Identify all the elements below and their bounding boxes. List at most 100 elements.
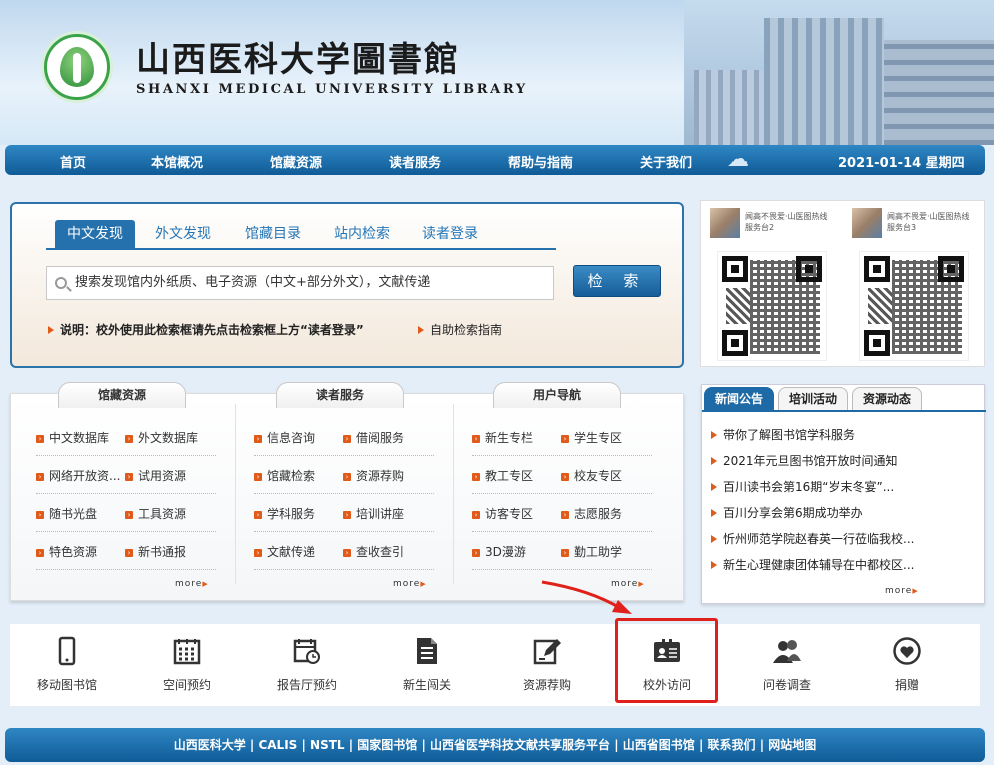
news-item[interactable]: 带你了解图书馆学科服务 (711, 426, 929, 443)
link-borrowing[interactable]: › 借阅服务 (343, 429, 404, 446)
news-item[interactable]: 新生心理健康团体辅导在中都校区... (711, 556, 929, 573)
arrow-icon: › (561, 549, 569, 557)
tab-chinese-discovery[interactable]: 中文发现 (55, 220, 135, 248)
footer-links[interactable]: 山西医科大学 | CALIS | NSTL | 国家图书馆 | 山西省医学科技文… (5, 728, 985, 762)
link-visitor-zone[interactable]: › 访客专区 (472, 505, 533, 522)
quick-label[interactable]: 捐赠 (857, 676, 957, 693)
arrow-icon: › (472, 511, 480, 519)
news-item[interactable]: 百川读书会第16期“岁末冬宴”... (711, 478, 929, 495)
more-services-link[interactable]: more (393, 579, 427, 589)
link-new-books[interactable]: › 新书通报 (125, 543, 186, 560)
tab-reader-login[interactable]: 读者登录 (422, 220, 478, 248)
quick-label[interactable]: 新生闯关 (377, 676, 477, 693)
library-title-cn: 山西医科大学圖書館 (136, 40, 460, 80)
guide-heading[interactable]: 用户导航 (493, 382, 621, 408)
quick-donation[interactable]: 捐赠 (857, 624, 957, 706)
link-alumni-zone[interactable]: › 校友专区 (561, 467, 622, 484)
row-divider (36, 569, 216, 570)
tab-training-events[interactable]: 培训活动 (778, 387, 848, 411)
link-tool-resources[interactable]: › 工具资源 (125, 505, 186, 522)
nav-about[interactable]: 本馆概况 (151, 152, 203, 171)
link-info-consult[interactable]: › 信息咨询 (254, 429, 315, 446)
news-item[interactable]: 忻州师范学院赵春英一行莅临我校... (711, 530, 929, 547)
link-document-delivery[interactable]: › 文献传递 (254, 543, 315, 560)
row-divider (254, 493, 434, 494)
link-open-resources[interactable]: › 网络开放资... (36, 467, 120, 484)
more-news-link[interactable]: more (885, 586, 919, 596)
university-logo[interactable] (44, 34, 110, 100)
nav-help[interactable]: 帮助与指南 (508, 152, 573, 171)
link-3d-tour[interactable]: › 3D漫游 (472, 543, 526, 560)
nav-home[interactable]: 首页 (60, 152, 86, 171)
quick-hall-booking[interactable]: 报告厅预约 (257, 624, 357, 706)
cloud-decoration-icon: ☁ (727, 147, 749, 172)
link-volunteer[interactable]: › 志愿服务 (561, 505, 622, 522)
quick-survey[interactable]: 问卷调查 (737, 624, 837, 706)
arrow-icon (48, 326, 54, 334)
arrow-icon: › (125, 435, 133, 443)
qr-block-2: 闻高不畏爱·山医图热线服务台3 (847, 205, 977, 363)
edit-document-icon (532, 636, 562, 666)
search-guide-text[interactable]: 自助检索指南 (430, 323, 502, 337)
column-divider (453, 404, 454, 584)
quick-label[interactable]: 问卷调查 (737, 676, 837, 693)
row-divider (36, 493, 216, 494)
quick-label[interactable]: 移动图书馆 (17, 676, 117, 693)
quick-label[interactable]: 资源荐购 (497, 676, 597, 693)
link-chinese-db[interactable]: › 中文数据库 (36, 429, 109, 446)
quick-label[interactable]: 报告厅预约 (257, 676, 357, 693)
link-trial-resources[interactable]: › 试用资源 (125, 467, 186, 484)
nav-collections[interactable]: 馆藏资源 (270, 152, 322, 171)
link-citation-check[interactable]: › 查收查引 (343, 543, 404, 560)
quick-freshman-quest[interactable]: 新生闯关 (377, 624, 477, 706)
collections-heading[interactable]: 馆藏资源 (58, 382, 186, 408)
link-student-zone[interactable]: › 学生专区 (561, 429, 622, 446)
tab-foreign-discovery[interactable]: 外文发现 (155, 220, 211, 248)
news-item[interactable]: 2021年元旦图书馆开放时间通知 (711, 452, 929, 469)
quick-space-booking[interactable]: 空间预约 (137, 624, 237, 706)
link-foreign-db[interactable]: › 外文数据库 (125, 429, 198, 446)
category-panel: 馆藏资源 读者服务 用户导航 › 中文数据库 › 外文数据库 › 网络开放资... ›… (10, 382, 684, 601)
search-input[interactable]: 搜索发现馆内外纸质、电子资源（中文+部分外文），文献传递 (46, 266, 554, 300)
quick-label[interactable]: 空间预约 (137, 676, 237, 693)
tab-catalog[interactable]: 馆藏目录 (245, 220, 301, 248)
link-freshman[interactable]: › 新生专栏 (472, 429, 533, 446)
building-banner-image (684, 0, 994, 145)
news-panel: 新闻公告 培训活动 资源动态 带你了解图书馆学科服务 2021年元旦图书馆开放时… (701, 384, 986, 604)
quick-mobile-library[interactable]: 移动图书馆 (17, 624, 117, 706)
link-recommend-purchase[interactable]: › 资源荐购 (343, 467, 404, 484)
wechat-thumbnail-image (852, 208, 882, 238)
arrow-icon (711, 431, 717, 439)
arrow-icon (711, 509, 717, 517)
row-divider (472, 455, 652, 456)
link-faculty-zone[interactable]: › 教工专区 (472, 467, 533, 484)
news-item[interactable]: 百川分享会第6期成功举办 (711, 504, 929, 521)
row-divider (36, 531, 216, 532)
link-subject-service[interactable]: › 学科服务 (254, 505, 315, 522)
qr-caption: 闻高不畏爱·山医图热线服务台3 (887, 212, 970, 232)
arrow-icon: › (125, 549, 133, 557)
row-divider (254, 569, 434, 570)
link-special-resources[interactable]: › 特色资源 (36, 543, 97, 560)
document-icon (412, 636, 442, 666)
tab-site-search[interactable]: 站内检索 (334, 220, 390, 248)
link-catalog-search[interactable]: › 馆藏检索 (254, 467, 315, 484)
search-placeholder: 搜索发现馆内外纸质、电子资源（中文+部分外文），文献传递 (75, 275, 431, 290)
tab-resource-updates[interactable]: 资源动态 (852, 387, 922, 411)
nav-contact[interactable]: 关于我们 (640, 152, 692, 171)
arrow-icon: › (125, 511, 133, 519)
nav-services[interactable]: 读者服务 (389, 152, 441, 171)
tab-news[interactable]: 新闻公告 (704, 387, 774, 411)
search-guide-link[interactable]: 自助检索指南 (418, 321, 502, 338)
arrow-icon: › (561, 511, 569, 519)
services-heading[interactable]: 读者服务 (276, 382, 404, 408)
search-button[interactable]: 检 索 (573, 265, 661, 297)
more-collections-link[interactable]: more (175, 579, 209, 589)
link-training[interactable]: › 培训讲座 (343, 505, 404, 522)
link-cd-with-books[interactable]: › 随书光盘 (36, 505, 97, 522)
arrow-icon: › (472, 473, 480, 481)
quick-resource-recommend[interactable]: 资源荐购 (497, 624, 597, 706)
arrow-icon: › (36, 473, 44, 481)
link-work-study[interactable]: › 勤工助学 (561, 543, 622, 560)
row-divider (472, 493, 652, 494)
